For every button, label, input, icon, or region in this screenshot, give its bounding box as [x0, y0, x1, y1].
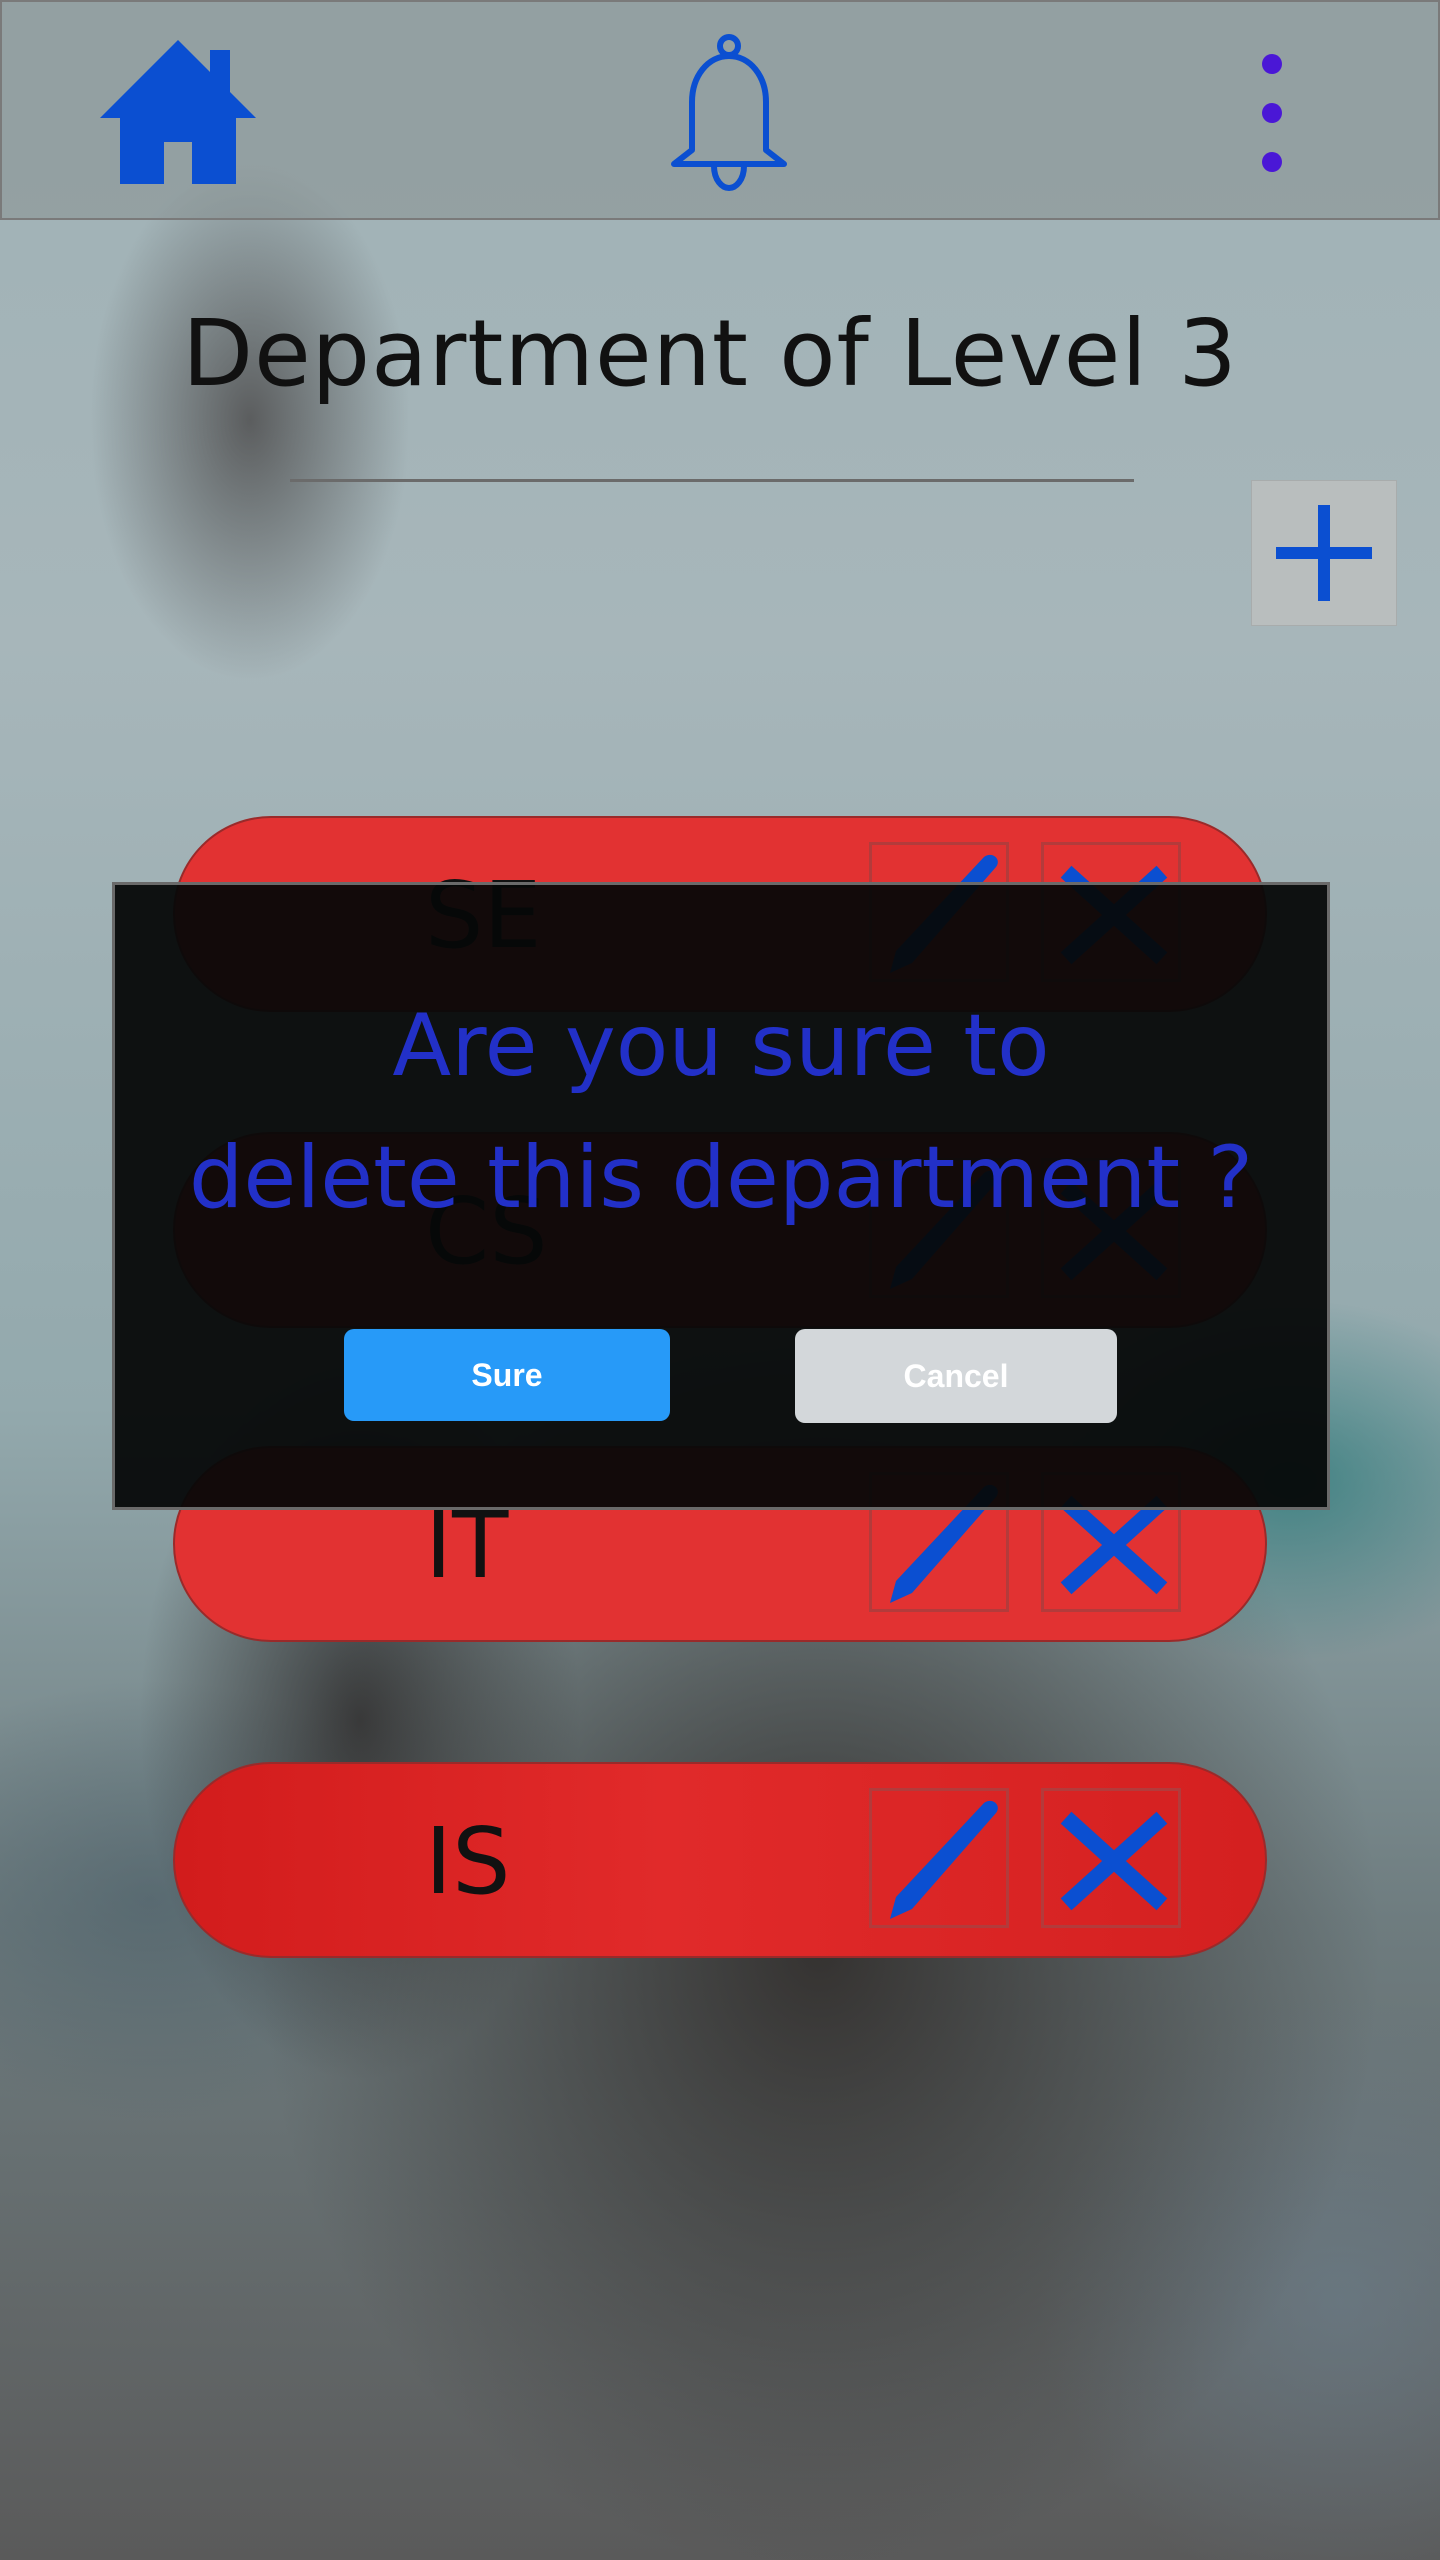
cancel-button[interactable]: Cancel [795, 1329, 1117, 1423]
modal-overlay: Are you sure to delete this department ? … [0, 0, 1440, 2560]
delete-confirmation-dialog: Are you sure to delete this department ? … [112, 882, 1330, 1510]
sure-button[interactable]: Sure [344, 1329, 670, 1421]
dialog-message: Are you sure to delete this department ? [188, 996, 1254, 1228]
